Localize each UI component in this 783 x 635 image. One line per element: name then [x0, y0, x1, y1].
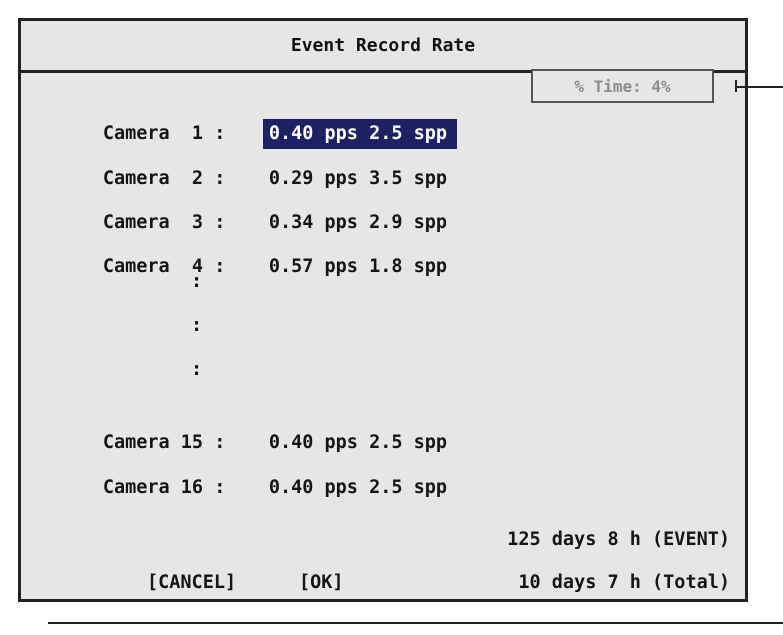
ellipsis-colon: :	[191, 315, 203, 336]
camera-label: Camera 4 :	[102, 256, 226, 277]
camera-row-4[interactable]: Camera 4 :0.57 pps 1.8 spp	[36, 222, 457, 277]
camera-row-15[interactable]: Camera 15 :0.40 pps 2.5 spp	[36, 398, 457, 453]
event-duration-summary: 125 days 8 h (EVENT)	[507, 529, 730, 550]
ellipsis-colon: :	[191, 359, 203, 380]
camera-row-16[interactable]: Camera 16 :0.40 pps 2.5 spp	[36, 443, 457, 498]
percent-time-indicator: % Time: 4%	[531, 69, 714, 103]
camera-row-2[interactable]: Camera 2 :0.29 pps 3.5 spp	[36, 134, 457, 189]
screen: Event Record Rate Camera 1 :0.40 pps 2.5…	[0, 0, 783, 635]
camera-rate-value[interactable]: 0.40 pps 2.5 spp	[263, 473, 457, 503]
camera-row-3[interactable]: Camera 3 :0.34 pps 2.9 spp	[36, 178, 457, 233]
bottom-divider	[48, 622, 783, 624]
camera-row-1[interactable]: Camera 1 :0.40 pps 2.5 spp	[36, 89, 458, 149]
callout-line	[735, 86, 783, 88]
ok-button[interactable]: [OK]	[299, 568, 344, 598]
total-duration-summary: 10 days 7 h (Total)	[518, 572, 730, 593]
event-record-rate-dialog: Event Record Rate Camera 1 :0.40 pps 2.5…	[18, 18, 748, 602]
camera-rate-value[interactable]: 0.57 pps 1.8 spp	[263, 252, 457, 282]
camera-label: Camera 16 :	[102, 477, 226, 498]
cancel-button[interactable]: [CANCEL]	[147, 568, 236, 598]
dialog-title: Event Record Rate	[21, 21, 745, 73]
ellipsis-colon: :	[191, 271, 203, 292]
